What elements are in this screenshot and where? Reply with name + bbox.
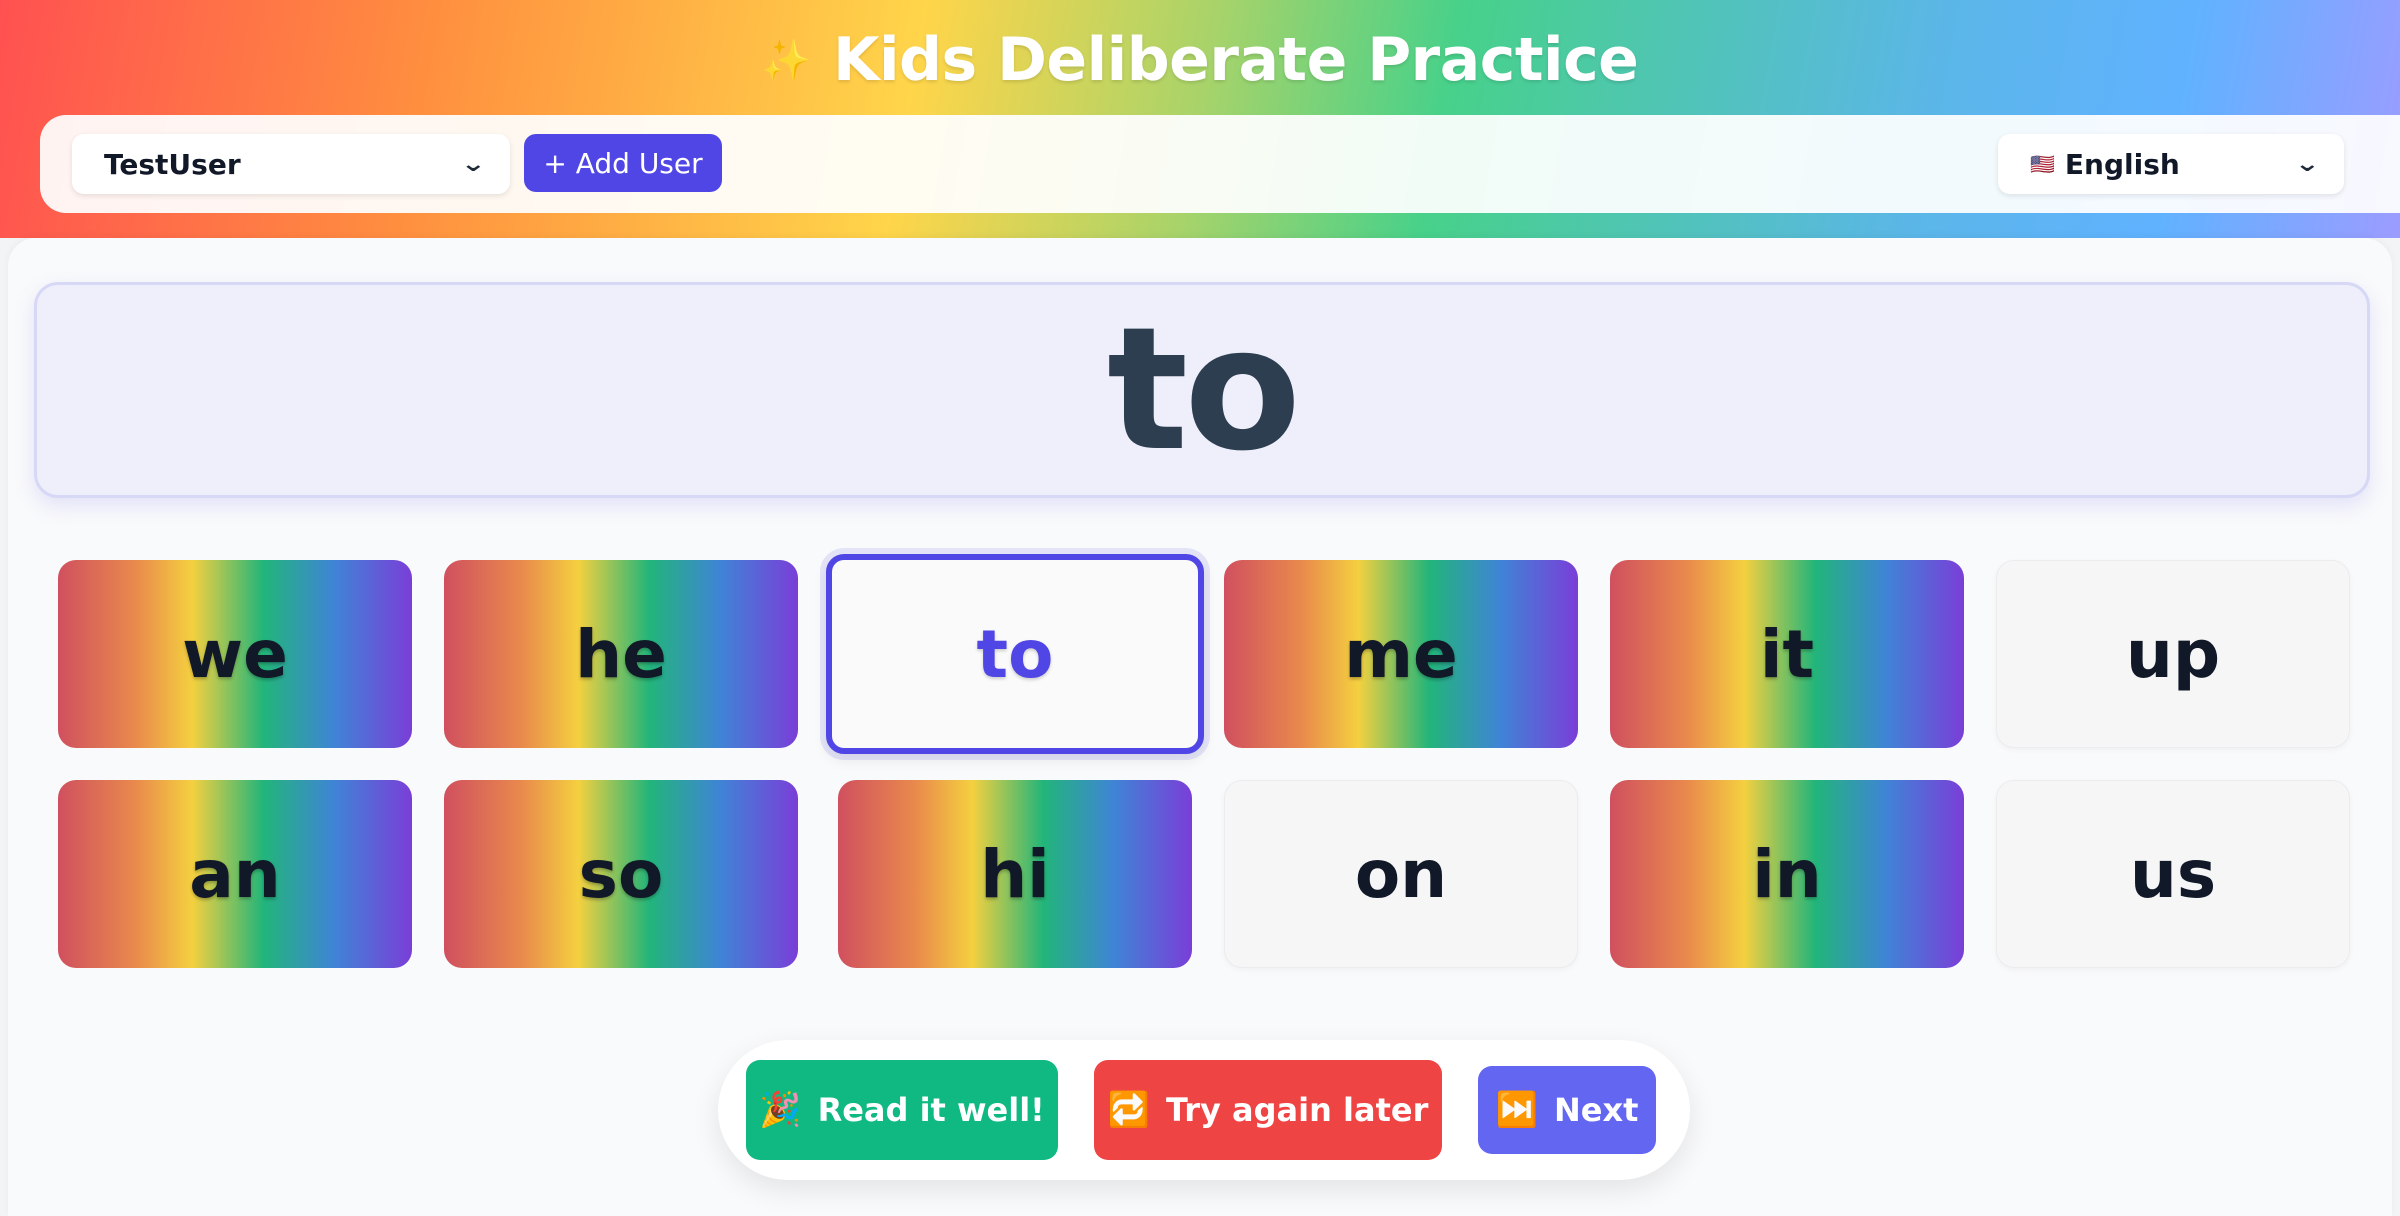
add-user-button[interactable]: + Add User	[524, 134, 722, 192]
header-banner: ✨ Kids Deliberate Practice TestUser ⌄ + …	[0, 0, 2400, 238]
read-it-well-label: Read it well!	[817, 1091, 1045, 1129]
word-grid: we he to me it up an so hi on in us	[58, 554, 2352, 968]
user-select-value: TestUser	[104, 147, 241, 181]
try-again-later-label: Try again later	[1165, 1091, 1429, 1129]
word-tile[interactable]: me	[1224, 560, 1578, 748]
word-tile[interactable]: hi	[838, 780, 1192, 968]
language-select-value: 🇺🇸 English	[2030, 148, 2298, 181]
word-tile[interactable]: it	[1610, 560, 1964, 748]
language-label: English	[2064, 147, 2180, 181]
word-tile[interactable]: on	[1224, 780, 1578, 968]
us-flag-icon: 🇺🇸	[2030, 152, 2055, 176]
next-label: Next	[1553, 1091, 1639, 1129]
word-tile[interactable]: so	[444, 780, 798, 968]
action-bar: 🎉 Read it well! 🔁 Try again later ⏭️ Nex…	[718, 1040, 1690, 1180]
practice-panel: to we he to me it up an so hi on in us 🎉…	[8, 238, 2392, 1216]
chevron-down-icon: ⌄	[2293, 151, 2320, 177]
word-tile-selected[interactable]: to	[826, 554, 1204, 754]
app-title-text: Kids Deliberate Practice	[832, 25, 1639, 95]
next-button[interactable]: ⏭️ Next	[1478, 1066, 1656, 1154]
try-again-later-button[interactable]: 🔁 Try again later	[1094, 1060, 1442, 1160]
read-it-well-button[interactable]: 🎉 Read it well!	[746, 1060, 1058, 1160]
word-tile[interactable]: in	[1610, 780, 1964, 968]
user-select[interactable]: TestUser ⌄	[72, 134, 510, 194]
chevron-down-icon: ⌄	[459, 151, 486, 177]
app-title: ✨ Kids Deliberate Practice	[0, 22, 2400, 98]
skip-forward-icon: ⏭️	[1495, 1090, 1538, 1130]
word-tile[interactable]: we	[58, 560, 412, 748]
language-select[interactable]: 🇺🇸 English ⌄	[1998, 134, 2344, 194]
repeat-icon: 🔁	[1107, 1090, 1150, 1130]
current-word-display: to	[34, 282, 2370, 498]
word-tile[interactable]: us	[1996, 780, 2350, 968]
word-tile[interactable]: he	[444, 560, 798, 748]
sparkle-icon: ✨	[761, 37, 812, 84]
toolbar: TestUser ⌄ + Add User 🇺🇸 English ⌄	[40, 115, 2400, 213]
word-tile[interactable]: up	[1996, 560, 2350, 748]
word-tile[interactable]: an	[58, 780, 412, 968]
party-popper-icon: 🎉	[759, 1090, 802, 1130]
